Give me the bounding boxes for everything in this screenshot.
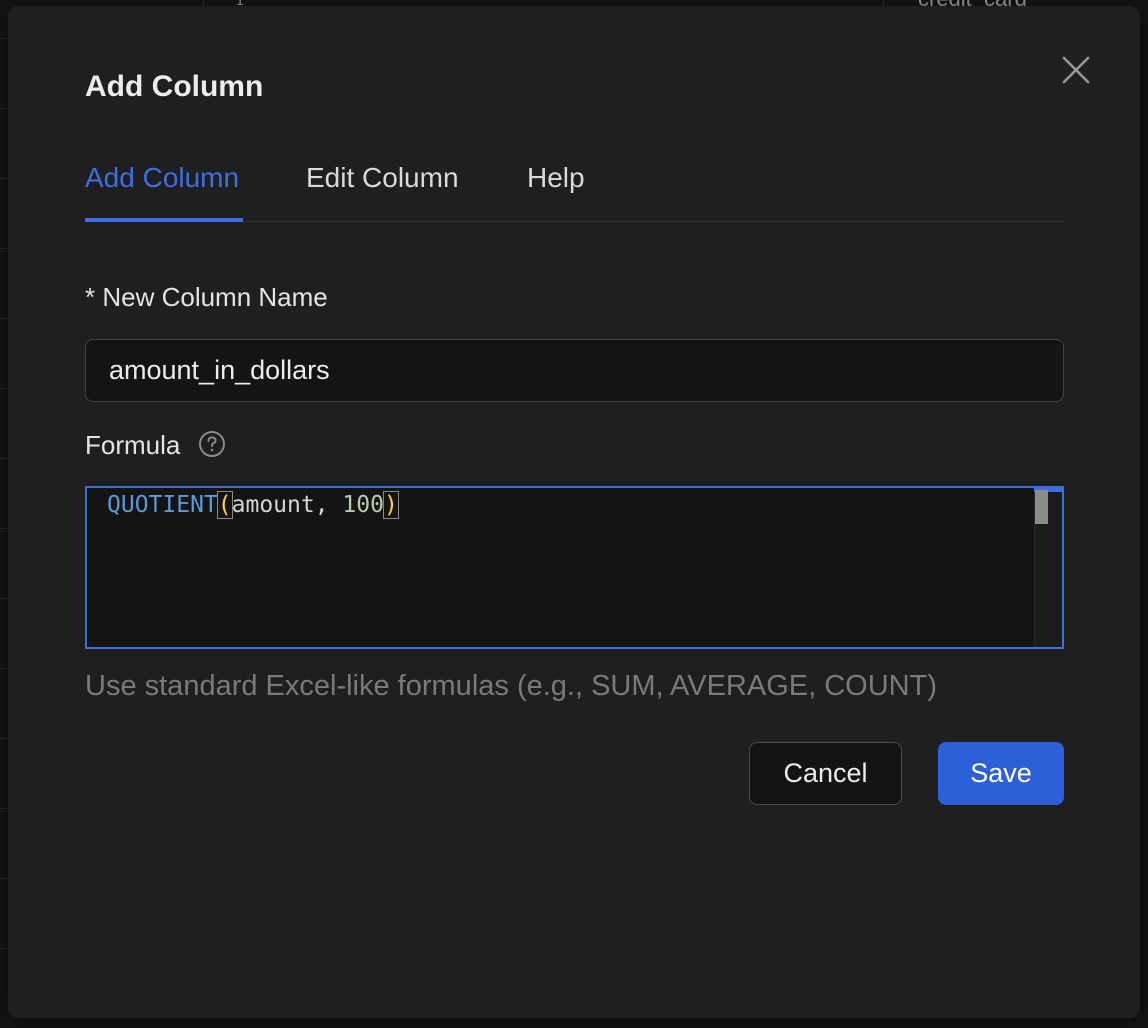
code-number-token: 100 (342, 492, 384, 518)
column-name-input[interactable] (85, 339, 1064, 402)
close-button[interactable] (1060, 54, 1092, 86)
dialog-title: Add Column (85, 70, 264, 103)
tab-edit-column[interactable]: Edit Column (306, 162, 459, 220)
formula-label: Formula (85, 430, 181, 460)
save-button[interactable]: Save (938, 742, 1064, 805)
code-paren-token: ( (216, 491, 233, 519)
code-args-token: amount, (231, 492, 343, 518)
tab-add-column[interactable]: Add Column (85, 162, 239, 220)
add-column-dialog: Add Column Add Column Edit Column Help *… (8, 6, 1140, 1018)
tab-bar: Add Column Edit Column Help (85, 156, 1064, 222)
column-name-label: * New Column Name (85, 282, 328, 312)
cancel-button[interactable]: Cancel (749, 742, 902, 805)
formula-code-line: QUOTIENT(amount, 100) (107, 491, 399, 519)
code-paren-token: ) (382, 491, 399, 519)
scrollbar-thumb[interactable] (1035, 490, 1048, 524)
tab-help[interactable]: Help (527, 162, 585, 220)
code-function-token: QUOTIENT (107, 492, 218, 518)
close-icon (1062, 56, 1090, 84)
editor-scrollbar[interactable] (1034, 488, 1062, 647)
formula-editor[interactable]: QUOTIENT(amount, 100) (85, 486, 1064, 649)
formula-hint: Use standard Excel-like formulas (e.g., … (85, 670, 937, 702)
question-circle-icon[interactable] (198, 430, 226, 458)
active-tab-indicator (85, 218, 243, 222)
